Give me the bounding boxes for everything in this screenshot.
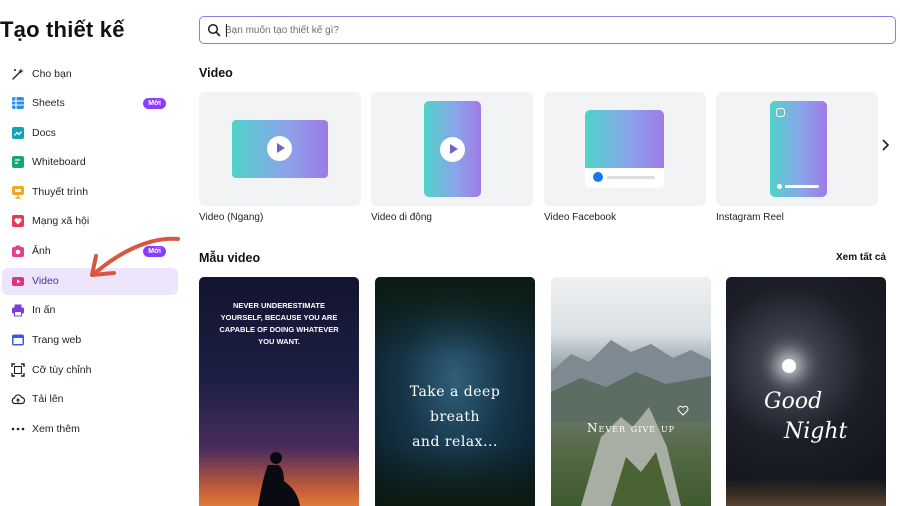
silhouette-icon	[258, 452, 300, 506]
cloud-upload-icon	[11, 392, 25, 406]
sidebar-item-label: Cỡ tùy chỉnh	[32, 364, 92, 376]
video-icon	[11, 274, 25, 288]
facebook-icon	[593, 172, 603, 182]
sidebar-item-presentation[interactable]: Thuyết trình	[2, 179, 178, 206]
more-icon	[11, 422, 25, 436]
search-bar[interactable]	[199, 16, 896, 44]
sidebar-item-custom-size[interactable]: Cỡ tùy chỉnh	[2, 357, 178, 384]
sidebar-item-label: Ảnh	[32, 245, 51, 257]
video-card-mobile[interactable]	[371, 92, 533, 206]
video-section-title: Video	[199, 66, 233, 80]
search-icon	[207, 23, 221, 37]
template-text-line-3: and relax...	[412, 434, 498, 450]
see-all-link[interactable]: Xem tất cả	[836, 252, 886, 263]
sidebar-item-label: Whiteboard	[32, 156, 86, 168]
video-card-landscape[interactable]	[199, 92, 361, 206]
sidebar-item-label: Video	[32, 275, 59, 287]
landscape-thumbnail	[232, 120, 328, 178]
annotation-arrow-icon	[90, 236, 180, 277]
moon-icon	[782, 359, 796, 373]
template-text: Never give up	[587, 421, 675, 435]
camera-icon	[11, 244, 25, 258]
sidebar-item-label: Trang web	[32, 334, 82, 346]
template-text-line-2: breath	[430, 409, 480, 425]
video-card-label: Video di động	[371, 212, 432, 223]
sidebar-item-label: In ấn	[32, 304, 56, 316]
sheets-icon	[11, 96, 25, 110]
sidebar-item-label: Mạng xã hội	[32, 215, 90, 227]
sidebar-item-website[interactable]: Trang web	[2, 327, 178, 354]
instagram-icon	[776, 108, 785, 117]
sidebar: Tạo thiết kế Cho bạn Sheets Mới Docs Whi…	[0, 0, 182, 506]
reel-thumbnail	[770, 101, 827, 197]
video-card-instagram-reel[interactable]	[716, 92, 878, 206]
sidebar-item-sheets[interactable]: Sheets Mới	[2, 90, 178, 117]
template-text-line-2: Night	[784, 419, 848, 444]
template-text: NEVER UNDERESTIMATE YOURSELF, BECAUSE YO…	[219, 301, 339, 346]
video-card-label: Instagram Reel	[716, 212, 784, 223]
presentation-icon	[11, 185, 25, 199]
video-card-label: Video Facebook	[544, 212, 617, 223]
sidebar-item-upload[interactable]: Tải lên	[2, 386, 178, 413]
main-content: Video Video (Ngang) Video di động Video …	[190, 0, 900, 506]
template-text-line-1: Take a deep	[409, 384, 501, 400]
sidebar-item-label: Xem thêm	[32, 423, 80, 435]
sidebar-item-label: Tải lên	[32, 393, 64, 405]
facebook-thumbnail	[585, 110, 664, 188]
sidebar-item-more[interactable]: Xem thêm	[2, 416, 178, 443]
docs-icon	[11, 126, 25, 140]
page-title: Tạo thiết kế	[0, 17, 125, 42]
search-input[interactable]	[225, 21, 875, 39]
play-icon	[267, 136, 292, 161]
video-card-facebook[interactable]	[544, 92, 706, 206]
template-card-relax[interactable]: Take a deep breath and relax...	[375, 277, 535, 506]
whiteboard-icon	[11, 155, 25, 169]
sidebar-item-label: Sheets	[32, 97, 65, 109]
sidebar-item-print[interactable]: In ấn	[2, 297, 178, 324]
video-card-label: Video (Ngang)	[199, 212, 264, 223]
mobile-thumbnail	[424, 101, 481, 197]
heart-outline-icon	[677, 405, 689, 416]
template-card-good-night[interactable]: Good Night	[726, 277, 886, 506]
sidebar-item-for-you[interactable]: Cho bạn	[2, 61, 178, 88]
sidebar-item-label: Thuyết trình	[32, 186, 89, 198]
template-card-never-give-up[interactable]: Never give up	[551, 277, 711, 506]
template-text-line-1: Good	[764, 389, 823, 414]
rocks-icon	[581, 407, 681, 506]
play-icon	[440, 137, 465, 162]
sidebar-item-whiteboard[interactable]: Whiteboard	[2, 149, 178, 176]
sparkle-icon	[11, 67, 25, 81]
heart-icon	[11, 214, 25, 228]
website-icon	[11, 333, 25, 347]
templates-section-title: Mẫu video	[199, 251, 261, 265]
new-badge: Mới	[143, 98, 166, 109]
sidebar-item-docs[interactable]: Docs	[2, 120, 178, 147]
city-lights	[726, 478, 886, 506]
sidebar-item-label: Cho bạn	[32, 68, 72, 80]
custom-size-icon	[11, 363, 25, 377]
chevron-right-icon[interactable]	[878, 137, 892, 153]
text-cursor	[226, 24, 227, 37]
printer-icon	[11, 303, 25, 317]
sidebar-item-label: Docs	[32, 127, 56, 139]
template-card-motivation[interactable]: NEVER UNDERESTIMATE YOURSELF, BECAUSE YO…	[199, 277, 359, 506]
